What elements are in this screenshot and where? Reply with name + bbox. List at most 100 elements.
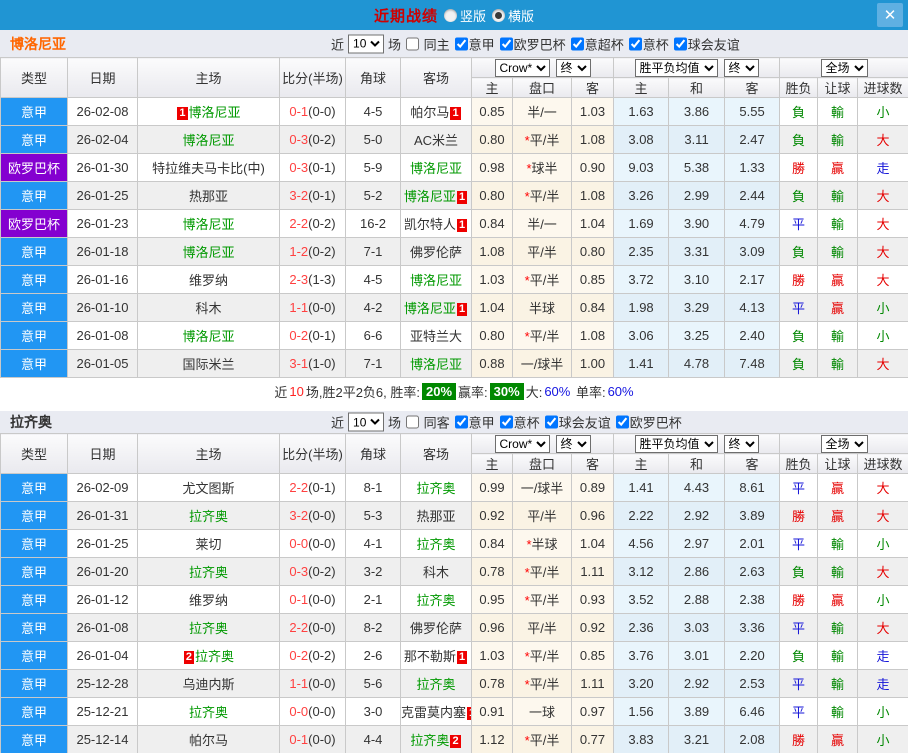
handicap-text: 平/半 — [529, 329, 560, 344]
odds-final-select[interactable]: 终 — [555, 58, 591, 77]
table-row: 意甲 26-01-04 2 拉齐奥 0-2(0-2) 2-6 那不勒斯 1 1.03 *平/半 0.… — [0, 641, 908, 670]
handicap-cell: *平/半 — [512, 181, 572, 210]
avg-final-select[interactable]: 终 — [723, 434, 759, 453]
handicap-cell: 一球 — [512, 697, 572, 726]
filter-bar: 近 10 场 同主 意甲 欧罗巴杯 意超杯 意杯 球会友谊 — [331, 34, 740, 53]
avg-away-cell: 6.46 — [724, 697, 781, 726]
result-cell: 平 — [779, 529, 819, 558]
fulltime-score: 2-2 — [289, 620, 309, 635]
match-count-select[interactable]: 10 — [348, 34, 385, 53]
horizontal-layout-label[interactable]: 横版 — [508, 6, 534, 25]
avg-away-cell: 3.89 — [724, 501, 781, 530]
score-cell: 1-1(0-0) — [279, 293, 346, 322]
competition-checkbox[interactable] — [628, 37, 642, 50]
close-button[interactable]: ✕ — [877, 3, 903, 27]
competition-checkbox[interactable] — [454, 415, 468, 429]
same-venue-option[interactable]: 同主 — [401, 34, 450, 53]
match-count-select[interactable]: 10 — [348, 412, 385, 432]
handicap-result-cell: 贏 — [817, 473, 859, 502]
competition-checkbox[interactable] — [570, 37, 584, 50]
table-row: 意甲 26-01-08 博洛尼亚 0-2(0-1) 6-6 亚特兰大 0.80 *平/半 1.0… — [0, 321, 908, 350]
score-cell: 2-2(0-2) — [279, 209, 346, 238]
competition-checkbox[interactable] — [615, 415, 629, 429]
fulltime-select[interactable]: 全场 — [820, 434, 868, 453]
competition-option[interactable]: 意杯 — [495, 413, 540, 432]
fulltime-score: 0-3 — [289, 132, 309, 147]
odds-final-select[interactable]: 终 — [555, 434, 591, 453]
table-row: 意甲 26-01-05 国际米兰 3-1(1-0) 7-1 博洛尼亚 0.88 一/球半 1.0… — [0, 349, 908, 378]
odds-source-select[interactable]: Crow* — [494, 58, 550, 77]
handicap-text: 一球 — [528, 705, 555, 720]
vertical-layout-radio[interactable] — [443, 8, 457, 22]
competition-checkbox[interactable] — [673, 37, 687, 50]
away-team-cell: 那不勒斯 1 — [400, 641, 472, 670]
fulltime-score: 0-3 — [289, 160, 309, 175]
halftime-score: (0-0) — [308, 676, 336, 691]
competition-label: 意杯 — [642, 37, 669, 52]
halftime-score: (0-0) — [308, 592, 336, 607]
avg-home-cell: 3.83 — [613, 725, 670, 753]
competition-checkbox[interactable] — [454, 37, 468, 50]
handicap-text: 半/一 — [527, 105, 557, 120]
avg-select[interactable]: 胜平负均值 — [634, 434, 718, 453]
summary-count: 10 — [289, 383, 304, 399]
avg-draw-cell: 3.29 — [668, 293, 726, 322]
fulltime-score: 1-2 — [289, 244, 309, 259]
corner-cell: 2-1 — [345, 585, 401, 614]
team-name-text: 乌迪内斯 — [182, 677, 235, 692]
competition-option[interactable]: 球会友谊 — [540, 413, 611, 432]
handicap-text: 半球 — [528, 301, 555, 316]
odds-source-select[interactable]: Crow* — [494, 434, 550, 453]
avg-home-cell: 9.03 — [613, 153, 670, 182]
avg-away-cell: 3.09 — [724, 237, 781, 266]
league-cell: 意甲 — [0, 725, 68, 753]
avg-away-cell: 2.63 — [724, 557, 781, 586]
odds-home-cell: 0.84 — [471, 529, 513, 558]
league-cell: 欧罗巴杯 — [0, 153, 68, 182]
result-cell: 負 — [779, 321, 819, 350]
competition-checkbox[interactable] — [499, 415, 513, 429]
goals-cell: 大 — [857, 349, 908, 378]
odds-away-cell: 0.89 — [570, 473, 615, 502]
team-name-text: 拉齐奥 — [416, 481, 456, 496]
fulltime-score: 0-3 — [289, 564, 309, 579]
competition-option[interactable]: 意甲 — [450, 34, 495, 53]
date-cell: 26-01-30 — [67, 153, 138, 182]
same-venue-checkbox[interactable] — [406, 37, 420, 50]
competition-option[interactable]: 欧罗巴杯 — [495, 34, 566, 53]
same-venue-checkbox[interactable] — [406, 415, 420, 429]
competition-checkbox[interactable] — [544, 415, 558, 429]
date-cell: 26-01-16 — [67, 265, 138, 294]
goals-cell: 大 — [857, 557, 908, 586]
handicap-cell: 平/半 — [512, 501, 572, 530]
avg-draw-cell: 4.43 — [668, 473, 726, 502]
competition-option[interactable]: 意杯 — [624, 34, 669, 53]
competition-option[interactable]: 欧罗巴杯 — [611, 413, 682, 432]
avg-home-cell: 1.41 — [613, 473, 670, 502]
competition-option[interactable]: 意超杯 — [566, 34, 624, 53]
away-team-cell: 帕尔马 1 — [400, 97, 472, 126]
handicap-cell: 半/一 — [512, 97, 572, 126]
odds-home-cell: 0.80 — [471, 321, 513, 350]
team-name-text: 热那亚 — [416, 509, 456, 524]
avg-draw-cell: 3.10 — [668, 265, 726, 294]
competition-label: 欧罗巴杯 — [513, 37, 566, 52]
fulltime-select[interactable]: 全场 — [820, 58, 868, 77]
avg-select[interactable]: 胜平负均值 — [634, 58, 718, 77]
table-row: 意甲 26-01-25 热那亚 3-2(0-1) 5-2 博洛尼亚 1 0.80 *平/半 1.0… — [0, 181, 908, 210]
avg-final-select[interactable]: 终 — [723, 58, 759, 77]
competition-option[interactable]: 意甲 — [450, 413, 495, 432]
competition-checkbox[interactable] — [499, 37, 513, 50]
odds-home-cell: 0.98 — [471, 153, 513, 182]
corner-cell: 7-1 — [345, 349, 401, 378]
team-name-text: 博洛尼亚 — [403, 301, 456, 316]
vertical-layout-label[interactable]: 竖版 — [460, 6, 486, 25]
handicap-cell: *平/半 — [512, 641, 572, 670]
odds-home-cell: 0.91 — [471, 697, 513, 726]
competition-option[interactable]: 球会友谊 — [669, 34, 740, 53]
same-venue-option[interactable]: 同客 — [401, 413, 450, 432]
team-name-text: 国际米兰 — [182, 357, 235, 372]
handicap-cell: *半球 — [512, 529, 572, 558]
horizontal-layout-radio[interactable] — [492, 8, 505, 22]
handicap-text: 平/半 — [527, 509, 557, 524]
